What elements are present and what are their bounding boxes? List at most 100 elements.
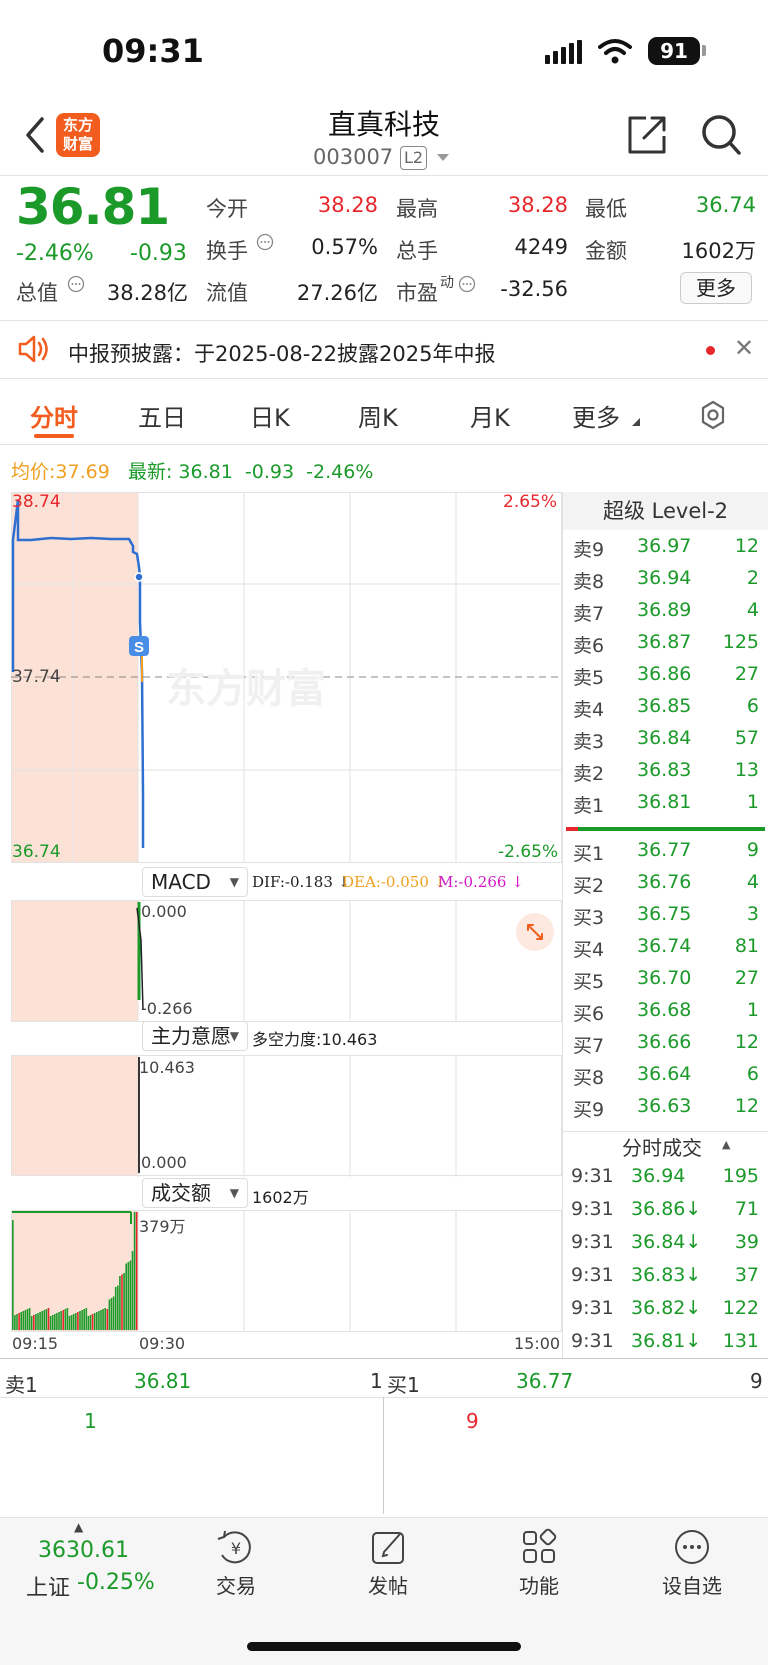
- ask-row[interactable]: 卖2 36.83 13: [565, 755, 765, 787]
- caret-down-icon: ▼: [229, 1029, 239, 1043]
- nav-functions[interactable]: 功能: [499, 1570, 579, 1599]
- macd-selector[interactable]: MACD ▼: [142, 867, 248, 897]
- ask-level-label: 卖1: [573, 795, 605, 817]
- tab-weekly-k[interactable]: 周K: [358, 398, 398, 433]
- edit-post-icon[interactable]: [370, 1528, 408, 1566]
- trade-icon[interactable]: ¥: [216, 1529, 256, 1567]
- intraday-price-chart[interactable]: 东方财富 S: [11, 492, 562, 864]
- trade-volume: 122: [722, 1297, 759, 1319]
- trade-time: 9:31: [571, 1231, 614, 1253]
- change-value: -0.93: [130, 241, 187, 266]
- bid-row[interactable]: 买7 36.66 12: [565, 1027, 765, 1059]
- turnover-top-value: 379万: [139, 1217, 186, 1236]
- ask-row[interactable]: 卖3 36.84 57: [565, 723, 765, 755]
- stock-code: 003007: [313, 145, 394, 169]
- ask-volume: 57: [734, 727, 759, 749]
- pe-label: 市盈: [396, 281, 438, 305]
- volume-label: 总手: [396, 239, 438, 263]
- bid-row[interactable]: 买4 36.74 81: [565, 931, 765, 963]
- ask-row[interactable]: 卖6 36.87 125: [565, 627, 765, 659]
- caret-up-icon[interactable]: ▲: [722, 1138, 730, 1151]
- float-cap-value: 27.26亿: [296, 281, 378, 305]
- volume-bar: [117, 1285, 119, 1330]
- bid-row[interactable]: 买2 36.76 4: [565, 867, 765, 899]
- index-name[interactable]: 上证: [26, 1570, 70, 1602]
- high-value: 38.28: [507, 193, 568, 217]
- close-icon[interactable]: ✕: [734, 334, 754, 362]
- ask-price: 36.83: [637, 759, 692, 781]
- volume-bar: [79, 1311, 81, 1330]
- grid-icon[interactable]: [520, 1528, 558, 1566]
- bid-volume: 81: [734, 935, 759, 957]
- bid-row[interactable]: 买5 36.70 27: [565, 963, 765, 995]
- turnover-bar-chart[interactable]: [11, 1210, 562, 1332]
- bid-row[interactable]: 买8 36.64 6: [565, 1059, 765, 1091]
- tab-daily-k[interactable]: 日K: [250, 398, 290, 433]
- main-force-strength: 多空力度:10.463: [252, 1030, 378, 1049]
- ask-row[interactable]: 卖4 36.85 6: [565, 691, 765, 723]
- bid-level-label: 买9: [573, 1099, 605, 1121]
- volume-bar: [127, 1262, 130, 1330]
- nav-trade[interactable]: 交易: [196, 1570, 276, 1599]
- trade-row: 9:31 36.84↓ 39: [565, 1227, 765, 1260]
- trade-time: 9:31: [571, 1297, 614, 1319]
- volume-bar: [87, 1316, 90, 1330]
- gear-icon[interactable]: [698, 400, 728, 430]
- volume-bar: [100, 1310, 102, 1330]
- bid-volume: 6: [746, 1063, 759, 1085]
- high-label: 最高: [396, 197, 438, 221]
- more-fields-button[interactable]: 更多: [680, 272, 752, 304]
- info-icon[interactable]: [458, 275, 476, 293]
- main-force-selector[interactable]: 主力意愿 ▼: [142, 1021, 248, 1051]
- tab-monthly-k[interactable]: 月K: [470, 398, 510, 433]
- nav-add-watchlist[interactable]: 设自选: [652, 1570, 732, 1599]
- expand-icon[interactable]: [516, 913, 554, 951]
- nav-post[interactable]: 发帖: [348, 1570, 428, 1599]
- volume-bar: [49, 1316, 52, 1330]
- share-icon[interactable]: [626, 114, 668, 156]
- more-dots-icon[interactable]: [673, 1528, 711, 1566]
- ask-row[interactable]: 卖7 36.89 4: [565, 595, 765, 627]
- ask-row[interactable]: 卖8 36.94 2: [565, 563, 765, 595]
- macd-chart[interactable]: [11, 900, 562, 1022]
- pe-superscript: 动: [440, 275, 454, 291]
- ask-row[interactable]: 卖5 36.86 27: [565, 659, 765, 691]
- tab-more[interactable]: 更多: [572, 398, 620, 433]
- search-icon[interactable]: [700, 113, 742, 157]
- ask-row[interactable]: 卖1 36.81 1: [565, 787, 765, 819]
- index-change[interactable]: -0.25%: [77, 1570, 155, 1595]
- bid-level-label: 买6: [573, 1003, 605, 1025]
- ask-price: 36.81: [637, 791, 692, 813]
- battery-tip: [702, 45, 706, 56]
- bid-row[interactable]: 买3 36.75 3: [565, 899, 765, 931]
- volume-bar: [102, 1309, 104, 1330]
- info-icon[interactable]: [256, 233, 274, 251]
- bid-price: 36.63: [637, 1095, 692, 1117]
- main-force-chart[interactable]: [11, 1055, 562, 1177]
- turnover-selector[interactable]: 成交额 ▼: [142, 1178, 248, 1208]
- caret-up-icon[interactable]: ▲: [74, 1520, 83, 1534]
- notice-text[interactable]: 中报预披露：于2025-08-22披露2025年中报: [68, 338, 495, 368]
- caret-down-icon[interactable]: [632, 418, 640, 426]
- trade-details-title[interactable]: 分时成交: [622, 1132, 702, 1161]
- bid-row[interactable]: 买9 36.63 12: [565, 1091, 765, 1123]
- bid-row[interactable]: 买1 36.77 9: [565, 835, 765, 867]
- bid-row[interactable]: 买6 36.68 1: [565, 995, 765, 1027]
- time-axis-end: 15:00: [514, 1334, 561, 1353]
- volume-bar: [70, 1315, 73, 1330]
- trade-row: 9:31 36.86↓ 71: [565, 1194, 765, 1227]
- ask-row[interactable]: 卖9 36.97 12: [565, 531, 765, 563]
- caret-down-icon[interactable]: [436, 153, 450, 162]
- trade-volume: 195: [722, 1165, 759, 1187]
- tab-five-day[interactable]: 五日: [138, 398, 186, 433]
- caret-down-icon: ▼: [229, 875, 239, 889]
- bid-volume: 12: [734, 1031, 759, 1053]
- tab-intraday[interactable]: 分时: [30, 398, 78, 433]
- level-badge[interactable]: L2: [400, 146, 428, 170]
- info-icon[interactable]: [67, 275, 85, 293]
- ask-price: 36.84: [637, 727, 692, 749]
- index-value[interactable]: 3630.61: [38, 1538, 129, 1563]
- ask-volume: 13: [734, 759, 759, 781]
- level2-title[interactable]: 超级 Level-2: [563, 492, 768, 530]
- bid-price: 36.68: [637, 999, 692, 1021]
